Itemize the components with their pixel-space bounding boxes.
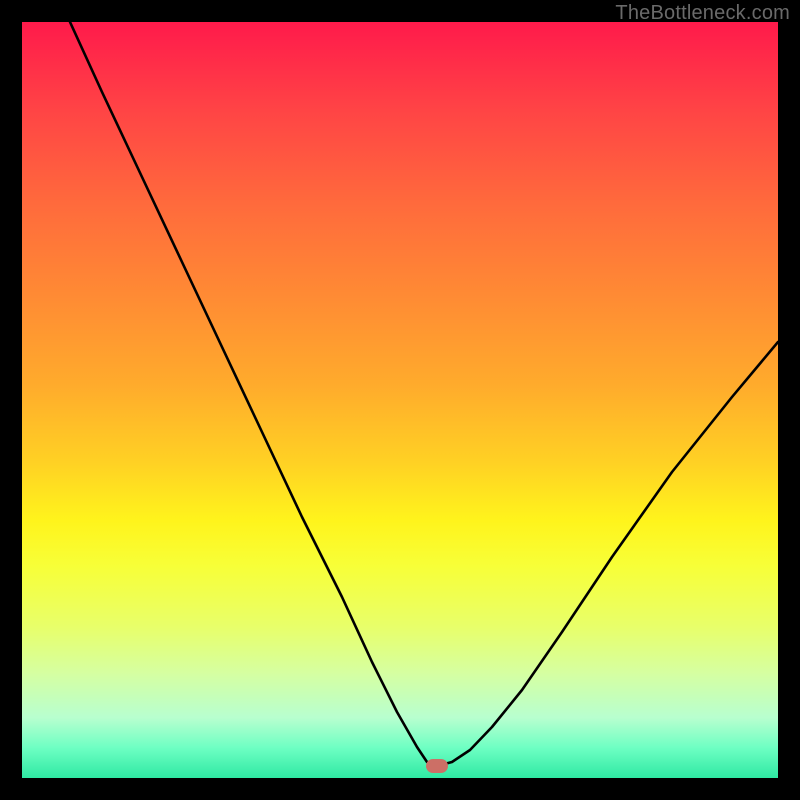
- credit-label: TheBottleneck.com: [615, 2, 790, 25]
- plot-area: [22, 22, 778, 778]
- min-marker: [426, 759, 448, 773]
- chart-frame: TheBottleneck.com: [0, 0, 800, 800]
- bottleneck-curve: [22, 22, 778, 778]
